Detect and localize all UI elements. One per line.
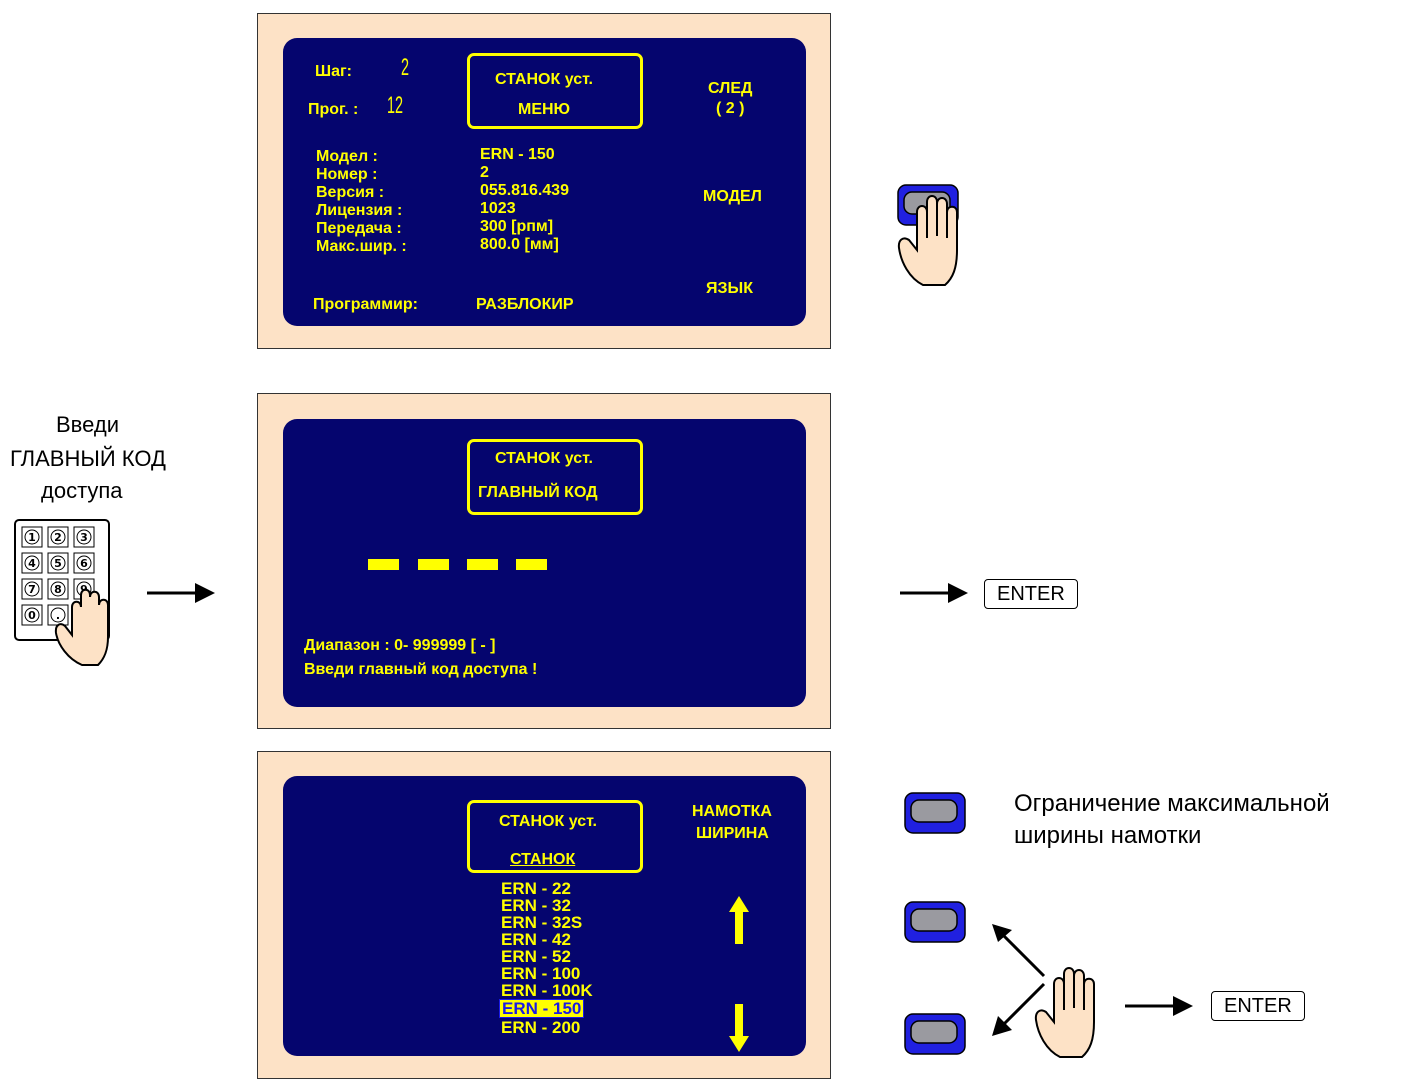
programmer-label: Программир: [313,296,418,313]
info-value: 1023 [480,200,516,217]
arrow-up-icon[interactable] [729,896,749,944]
screen-machine-select: СТАНОК уст. СТАНОК НАМОТКА ШИРИНА ERN - … [283,776,806,1056]
code-entry-field[interactable] [368,559,558,573]
screen-title-line1: СТАНОК уст. [495,71,593,88]
softkey-winding-width-line1[interactable]: НАМОТКА [692,803,772,821]
keypad-icon[interactable]: 1 2 3 4 5 6 7 8 9 0 . [12,517,124,667]
screen-master-code: СТАНОК уст. ГЛАВНЫЙ КОД Диапазон : 0- 99… [283,419,806,707]
limit-description-line2: ширины намотки [1014,822,1202,849]
arrow-right-icon [147,583,215,603]
hand-press-icon [1034,967,1095,1058]
keypad-key-2: 2 [54,531,62,544]
screen-title-line1: СТАНОК уст. [495,450,593,467]
keypad-key-0: 0 [28,609,36,622]
code-digit-placeholder [516,559,547,570]
softkey-next[interactable]: СЛЕД [708,80,752,98]
info-label: Макс.шир. : [316,238,407,255]
prog-value: 12 [387,92,404,119]
list-item[interactable]: ERN - 100 [501,965,593,982]
softkey-language[interactable]: ЯЗЫК [706,280,753,298]
down-button[interactable] [903,1012,967,1056]
programmer-value: РАЗБЛОКИР [476,296,574,313]
list-item[interactable]: ERN - 42 [501,931,593,948]
step-value: 2 [401,54,410,81]
info-label: Лицензия : [316,202,403,219]
screen-title-line2: ГЛАВНЫЙ КОД [478,484,598,501]
list-item[interactable]: ERN - 32S [501,914,593,931]
enter-key-button[interactable]: ENTER [984,579,1078,609]
keypad-key-8: 8 [54,583,62,596]
arrow-right-icon [900,583,968,603]
keypad-key-3: 3 [80,531,88,544]
info-values: ERN - 150 2 055.816.439 1023 300 [рпм] 8… [480,146,569,254]
info-label: Номер : [316,166,378,183]
info-value: 055.816.439 [480,182,569,199]
keypad-key-4: 4 [28,557,36,570]
list-item[interactable]: ERN - 32 [501,897,593,914]
machine-model-list: ERN - 22 ERN - 32 ERN - 32S ERN - 42 ERN… [499,880,593,1036]
keypad-key-6: 6 [80,557,88,570]
arrow-right-icon [1125,996,1193,1016]
winding-width-button[interactable] [903,791,967,835]
hand-press-icon [897,195,958,286]
keypad-key-dot: . [56,609,60,622]
up-button[interactable] [903,900,967,944]
keypad-key-5: 5 [54,557,62,570]
screen-title-line2: СТАНОК [510,851,576,868]
softkey-model[interactable]: МОДЕЛ [703,188,762,206]
screen-title-box: СТАНОК уст. СТАНОК [467,800,643,873]
screen-title-line2: МЕНЮ [518,101,571,118]
screen-title-box: СТАНОК уст. ГЛАВНЫЙ КОД [467,439,643,515]
list-item[interactable]: ERN - 52 [501,948,593,965]
enter-key-button[interactable]: ENTER [1211,991,1305,1021]
code-digit-placeholder [467,559,498,570]
step-label: Шаг: [315,63,352,80]
panel-master-code: СТАНОК уст. ГЛАВНЫЙ КОД Диапазон : 0- 99… [257,393,831,729]
button-icon [904,1013,966,1055]
info-value: 800.0 [мм] [480,236,559,253]
list-item-selected[interactable]: ERN - 150 [499,999,585,1018]
softkey-winding-width-line2[interactable]: ШИРИНА [696,825,769,843]
code-digit-placeholder [418,559,449,570]
code-digit-placeholder [368,559,399,570]
screen-title-line1: СТАНОК уст. [499,813,597,830]
range-text: Диапазон : 0- 999999 [ - ] [304,637,496,654]
arrow-down-icon[interactable] [729,1004,749,1052]
list-item[interactable]: ERN - 100K [501,982,593,999]
button-icon [904,901,966,943]
button-icon [904,792,966,834]
softkey-next-page: ( 2 ) [716,100,745,117]
enter-code-instruction-line1: Введи [56,412,119,437]
panel-machine-menu: Шаг: 2 Прог. : 12 СТАНОК уст. МЕНЮ СЛЕД … [257,13,831,349]
info-labels: Модел : Номер : Версия : Лицензия : Пере… [316,148,407,256]
enter-code-instruction-line2: ГЛАВНЫЙ КОД [10,446,166,471]
limit-description-line1: Ограничение максимальной [1014,790,1330,817]
info-value: 2 [480,164,489,181]
keypad-key-1: 1 [28,531,36,544]
info-label: Передача : [316,220,402,237]
prompt-text: Введи главный код доступа ! [304,661,538,678]
keypad-key-7: 7 [28,583,36,596]
info-label: Версия : [316,184,385,201]
enter-code-instruction-line3: доступа [41,478,123,503]
screen-machine-menu: Шаг: 2 Прог. : 12 СТАНОК уст. МЕНЮ СЛЕД … [283,38,806,326]
panel-machine-select: СТАНОК уст. СТАНОК НАМОТКА ШИРИНА ERN - … [257,751,831,1079]
info-label: Модел : [316,148,378,165]
screen-title-box: СТАНОК уст. МЕНЮ [467,53,643,129]
prog-label: Прог. : [308,101,359,118]
list-item[interactable]: ERN - 22 [501,880,593,897]
info-value: 300 [рпм] [480,218,554,235]
list-item[interactable]: ERN - 200 [501,1019,593,1036]
info-value: ERN - 150 [480,146,555,163]
